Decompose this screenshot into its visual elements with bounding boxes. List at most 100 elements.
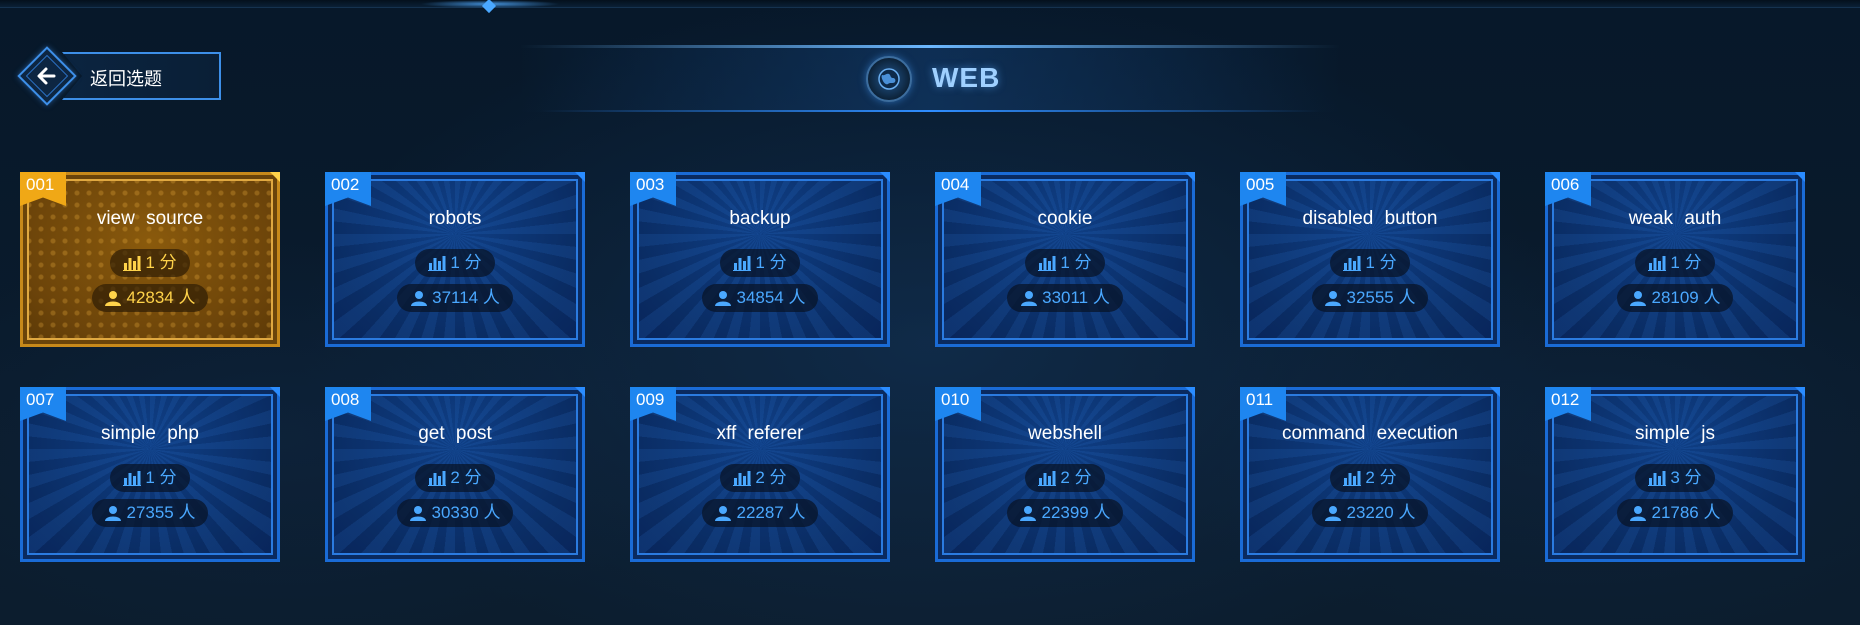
solvers-unit: 人 [482,288,500,307]
score-value: 3 [1670,468,1680,487]
bar-chart-icon [428,470,447,486]
card-corner-ornament [575,172,585,182]
challenge-number-badge: 012 [1545,387,1591,421]
solvers-unit: 人 [1093,503,1111,522]
solvers-count: 23220 [1346,503,1394,522]
challenge-card[interactable]: 007 simple php 1 分 27355 人 [20,387,280,562]
challenge-title: xff referer [716,423,804,444]
score-value: 1 [1365,253,1375,272]
challenge-title: view source [96,208,204,229]
header-line-bottom [540,110,1320,112]
score-pill: 1 分 [1330,249,1410,277]
card-corner-ornament [880,172,890,182]
challenge-card[interactable]: 009 xff referer 2 分 22287 人 [630,387,890,562]
challenge-number-badge: 008 [325,387,371,421]
score-value: 2 [450,468,460,487]
challenge-card[interactable]: 001 view source 1 分 42834 人 [20,172,280,347]
score-pill: 2 分 [1025,464,1105,492]
user-icon [104,290,122,306]
score-pill: 1 分 [415,249,495,277]
bar-chart-icon [123,470,142,486]
challenge-card[interactable]: 010 webshell 2 分 22399 人 [935,387,1195,562]
score-unit: 分 [464,468,482,487]
challenge-number-badge: 007 [20,387,66,421]
bar-chart-icon [1648,255,1667,271]
score-pill: 2 分 [720,464,800,492]
user-icon [714,290,732,306]
card-corner-ornament [270,387,280,397]
card-corner-ornament [880,387,890,397]
globe-icon [866,56,912,102]
challenge-title: get post [418,423,492,444]
challenge-card[interactable]: 002 robots 1 分 37114 人 [325,172,585,347]
bar-chart-icon [1038,470,1057,486]
challenge-card[interactable]: 004 cookie 1 分 33011 人 [935,172,1195,347]
card-corner-ornament [1795,387,1805,397]
score-value: 2 [755,468,765,487]
arrow-left-icon [34,59,60,93]
challenge-number-badge: 002 [325,172,371,206]
challenge-title: simple js [1635,423,1715,444]
challenge-number-badge: 010 [935,387,981,421]
score-unit: 分 [1684,468,1702,487]
solvers-pill: 27355 人 [92,499,208,527]
user-icon [1020,290,1038,306]
solvers-count: 42834 [126,288,174,307]
challenge-number-badge: 001 [20,172,66,206]
challenge-card[interactable]: 006 weak auth 1 分 28109 人 [1545,172,1805,347]
score-unit: 分 [1379,253,1397,272]
bar-chart-icon [733,470,752,486]
solvers-unit: 人 [178,288,196,307]
score-unit: 分 [464,253,482,272]
solvers-count: 22287 [736,503,784,522]
score-value: 1 [1060,253,1070,272]
card-corner-ornament [270,172,280,182]
user-icon [1629,290,1647,306]
challenge-card[interactable]: 012 simple js 3 分 21786 人 [1545,387,1805,562]
solvers-unit: 人 [788,288,806,307]
user-icon [104,505,122,521]
challenge-title: disabled button [1302,208,1438,229]
solvers-unit: 人 [1398,503,1416,522]
bar-chart-icon [428,255,447,271]
challenge-card[interactable]: 008 get post 2 分 30330 人 [325,387,585,562]
challenge-card[interactable]: 003 backup 1 分 34854 人 [630,172,890,347]
solvers-pill: 42834 人 [92,284,208,312]
challenge-card[interactable]: 011 command execution 2 分 23220 人 [1240,387,1500,562]
challenge-number-badge: 006 [1545,172,1591,206]
score-pill: 1 分 [1635,249,1715,277]
back-to-selection-button[interactable]: 返回选题 [17,45,225,107]
solvers-pill: 32555 人 [1312,284,1428,312]
score-unit: 分 [1074,468,1092,487]
score-unit: 分 [1379,468,1397,487]
solvers-count: 28109 [1651,288,1699,307]
score-value: 2 [1365,468,1375,487]
score-unit: 分 [159,468,177,487]
solvers-count: 32555 [1346,288,1394,307]
challenge-title: robots [428,208,482,229]
user-icon [410,290,428,306]
header-band [520,48,1340,112]
score-pill: 1 分 [110,249,190,277]
solvers-count: 33011 [1042,288,1089,307]
score-pill: 1 分 [720,249,800,277]
challenge-title: backup [729,208,791,229]
score-value: 1 [145,468,155,487]
bar-chart-icon [1038,255,1057,271]
score-value: 1 [1670,253,1680,272]
card-corner-ornament [1795,172,1805,182]
score-value: 2 [1060,468,1070,487]
score-unit: 分 [159,253,177,272]
solvers-pill: 23220 人 [1312,499,1428,527]
score-unit: 分 [1074,253,1092,272]
bar-chart-icon [733,255,752,271]
user-icon [409,505,427,521]
solvers-unit: 人 [1703,503,1721,522]
solvers-unit: 人 [1398,288,1416,307]
solvers-count: 22399 [1041,503,1089,522]
solvers-pill: 28109 人 [1617,284,1733,312]
challenge-card[interactable]: 005 disabled button 1 分 32555 人 [1240,172,1500,347]
solvers-unit: 人 [483,503,501,522]
card-corner-ornament [1490,387,1500,397]
user-icon [1629,505,1647,521]
